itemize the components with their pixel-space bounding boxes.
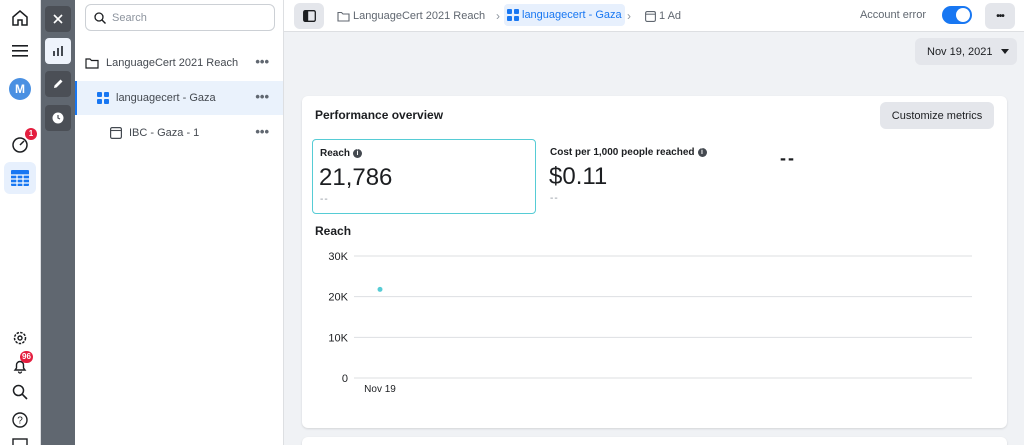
tree-item-adset[interactable]: languagecert - Gaza ••• — [75, 81, 283, 115]
tree-item-label: IBC - Gaza - 1 — [129, 127, 200, 139]
metric-comparison: -- — [550, 193, 559, 204]
metric-reach[interactable]: Reach i 21,786 -- — [312, 139, 536, 214]
more-options-icon[interactable]: ••• — [985, 3, 1015, 29]
avatar[interactable]: M — [9, 78, 31, 100]
tree-item-label: languagecert - Gaza — [116, 92, 216, 104]
campaign-on-off-toggle[interactable] — [942, 6, 972, 24]
adset-grid-icon — [507, 9, 519, 21]
search-icon — [94, 11, 106, 24]
bell-icon[interactable]: 96 — [8, 351, 33, 378]
home-icon[interactable] — [8, 6, 32, 30]
history-clock-icon[interactable] — [45, 105, 71, 131]
account-error-label: Account error — [859, 9, 926, 21]
ad-icon — [645, 10, 656, 22]
campaign-tree-panel: LanguageCert 2021 Reach ••• languagecert… — [75, 0, 284, 445]
search-input[interactable] — [112, 11, 262, 24]
editing-toolbar — [41, 0, 75, 445]
y-tick-label: 20K — [328, 292, 348, 304]
tree-item-label: LanguageCert 2021 Reach — [106, 57, 239, 69]
folder-icon — [337, 11, 350, 22]
customize-metrics-button[interactable]: Customize metrics — [880, 102, 994, 129]
more-options-icon[interactable]: ••• — [255, 125, 269, 138]
alerts-badge: 96 — [20, 351, 33, 363]
performance-chart-icon[interactable] — [45, 38, 71, 64]
more-options-icon[interactable]: ••• — [255, 90, 269, 103]
y-tick-label: 0 — [342, 373, 348, 385]
card-title: Performance overview — [315, 108, 444, 122]
svg-text:?: ? — [17, 416, 23, 427]
metric-value: 21,786 — [319, 164, 393, 191]
top-bar: LanguageCert 2021 Reach › languagecert -… — [284, 0, 1024, 32]
metric-comparison: -- — [320, 194, 329, 205]
menu-icon[interactable] — [8, 39, 32, 63]
secondary-card — [302, 437, 1007, 445]
help-icon[interactable]: ? — [8, 408, 32, 432]
global-nav-rail: M 1 96 ? — [0, 0, 41, 445]
metric-label: Reach — [320, 148, 351, 159]
breadcrumb-adset[interactable]: languagecert - Gaza — [504, 4, 625, 26]
ad-icon — [110, 127, 122, 139]
caret-down-icon — [1001, 49, 1009, 54]
panel-toggle-icon[interactable] — [294, 3, 324, 29]
breadcrumb-ads[interactable]: 1 Ad — [645, 0, 681, 32]
report-icon[interactable] — [8, 434, 32, 445]
metric-cost-per-1000[interactable]: Cost per 1,000 people reached i $0.11 -- — [543, 139, 767, 214]
adset-grid-icon — [97, 92, 109, 104]
search-icon[interactable] — [8, 380, 32, 404]
folder-icon — [85, 57, 99, 69]
chevron-right-icon: › — [496, 9, 500, 23]
metric-label: Cost per 1,000 people reached — [550, 147, 695, 158]
tree-item-ad[interactable]: IBC - Gaza - 1 ••• — [75, 116, 283, 150]
date-range-picker[interactable]: Nov 19, 2021 — [915, 38, 1017, 65]
performance-overview-card: Performance overview Customize metrics R… — [302, 96, 1007, 428]
empty-metric-slot[interactable]: -- — [780, 148, 796, 169]
info-icon[interactable]: i — [697, 148, 707, 157]
info-icon[interactable]: i — [353, 149, 363, 158]
tree-item-campaign[interactable]: LanguageCert 2021 Reach ••• — [75, 46, 283, 80]
close-icon[interactable] — [45, 6, 71, 32]
ads-manager-icon[interactable] — [4, 162, 36, 194]
settings-gear-icon[interactable] — [8, 326, 32, 350]
reach-chart: 0 10K 20K 30K Nov 19 — [328, 251, 972, 395]
more-options-icon[interactable]: ••• — [255, 55, 269, 68]
metric-value: $0.11 — [549, 163, 608, 190]
dashboard-icon[interactable]: 1 — [8, 128, 37, 156]
data-point[interactable] — [377, 286, 383, 292]
chevron-right-icon: › — [627, 9, 631, 23]
notification-badge: 1 — [25, 128, 37, 140]
edit-pencil-icon[interactable] — [45, 71, 71, 97]
breadcrumb-campaign[interactable]: LanguageCert 2021 Reach — [337, 0, 485, 32]
y-tick-label: 10K — [328, 332, 348, 344]
search-box[interactable] — [85, 4, 275, 31]
x-tick-label: Nov 19 — [364, 384, 396, 395]
y-tick-label: 30K — [328, 251, 348, 263]
